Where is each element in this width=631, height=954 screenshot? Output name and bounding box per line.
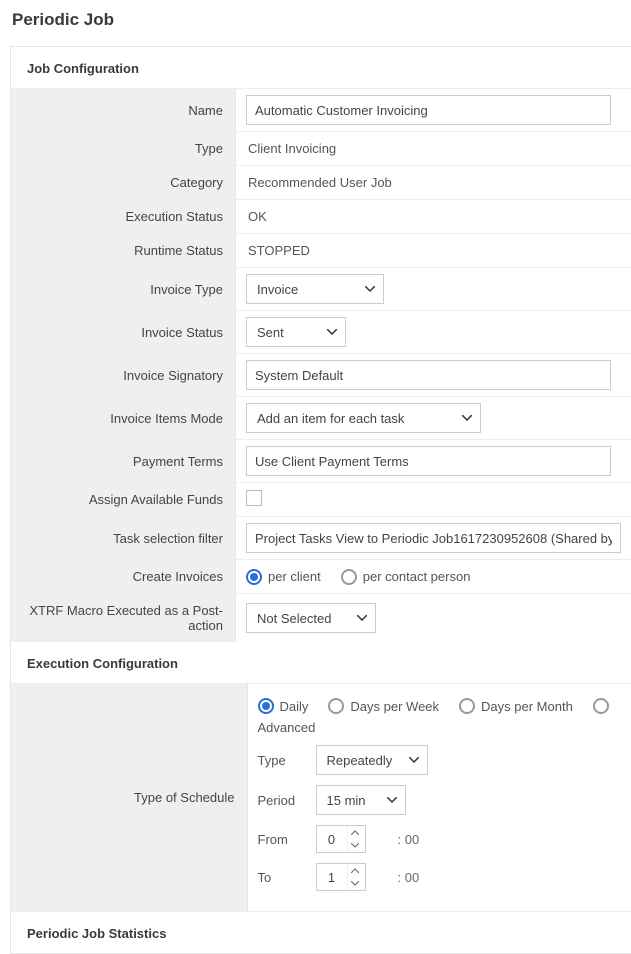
- frequency-radio-group: Daily Days per Week Days per Month Advan…: [258, 698, 622, 735]
- sched-to-label: To: [258, 870, 304, 885]
- type-value: Client Invoicing: [246, 138, 621, 159]
- schedule-block: Daily Days per Week Days per Month Advan…: [258, 690, 622, 905]
- chevron-down-icon: [357, 615, 367, 621]
- chevron-down-icon: [387, 797, 397, 803]
- to-up-button[interactable]: [348, 864, 363, 877]
- radio-days-per-month-label[interactable]: Days per Month: [481, 699, 573, 714]
- radio-per-contact-label[interactable]: per contact person: [363, 569, 471, 584]
- radio-per-contact[interactable]: [341, 569, 357, 585]
- task-filter-input[interactable]: [246, 523, 621, 553]
- chevron-down-icon: [462, 415, 472, 421]
- chevron-down-icon: [327, 329, 337, 335]
- radio-daily[interactable]: [258, 698, 274, 714]
- sched-type-value: Repeatedly: [327, 753, 393, 768]
- radio-per-client[interactable]: [246, 569, 262, 585]
- sched-from-label: From: [258, 832, 304, 847]
- section-exec-config: Execution Configuration: [11, 642, 631, 683]
- sched-period-value: 15 min: [327, 793, 366, 808]
- chevron-down-icon: [409, 757, 419, 763]
- macro-value: Not Selected: [257, 611, 331, 626]
- label-create-invoices: Create Invoices: [11, 560, 236, 594]
- to-spinner[interactable]: [316, 863, 366, 891]
- invoice-status-select[interactable]: Sent: [246, 317, 346, 347]
- sched-period-label: Period: [258, 793, 304, 808]
- radio-advanced-label[interactable]: Advanced: [258, 720, 316, 735]
- create-invoices-radio-group: per client per contact person: [246, 569, 621, 585]
- from-down-button[interactable]: [348, 839, 363, 852]
- label-macro: XTRF Macro Executed as a Post-action: [11, 594, 236, 643]
- label-invoice-type: Invoice Type: [11, 268, 236, 311]
- label-type: Type: [11, 132, 236, 166]
- invoice-type-value: Invoice: [257, 282, 298, 297]
- job-config-table: Name Type Client Invoicing Category Reco…: [11, 88, 631, 642]
- exec-status-value: OK: [246, 206, 621, 227]
- sched-type-select[interactable]: Repeatedly: [316, 745, 428, 775]
- radio-per-client-label[interactable]: per client: [268, 569, 321, 584]
- exec-config-table: Type of Schedule Daily Days per Week Day…: [11, 683, 631, 911]
- radio-days-per-week[interactable]: [328, 698, 344, 714]
- section-stats: Periodic Job Statistics: [11, 911, 631, 953]
- from-spinner[interactable]: [316, 825, 366, 853]
- invoice-signatory-input[interactable]: [246, 360, 611, 390]
- invoice-items-mode-select[interactable]: Add an item for each task: [246, 403, 481, 433]
- name-input[interactable]: [246, 95, 611, 125]
- category-value: Recommended User Job: [246, 172, 621, 193]
- radio-daily-label[interactable]: Daily: [280, 699, 309, 714]
- payment-terms-input[interactable]: [246, 446, 611, 476]
- macro-select[interactable]: Not Selected: [246, 603, 376, 633]
- label-exec-status: Execution Status: [11, 200, 236, 234]
- radio-advanced[interactable]: [593, 698, 609, 714]
- label-invoice-items-mode: Invoice Items Mode: [11, 397, 236, 440]
- assign-funds-checkbox[interactable]: [246, 490, 262, 506]
- label-name: Name: [11, 89, 236, 132]
- invoice-type-select[interactable]: Invoice: [246, 274, 384, 304]
- label-invoice-status: Invoice Status: [11, 311, 236, 354]
- sched-type-label: Type: [258, 753, 304, 768]
- section-job-config: Job Configuration: [11, 47, 631, 88]
- to-down-button[interactable]: [348, 877, 363, 890]
- runtime-status-value: STOPPED: [246, 240, 621, 261]
- sched-period-select[interactable]: 15 min: [316, 785, 406, 815]
- to-input[interactable]: [317, 864, 347, 890]
- chevron-down-icon: [365, 286, 375, 292]
- label-assign-funds: Assign Available Funds: [11, 483, 236, 517]
- invoice-items-mode-value: Add an item for each task: [257, 411, 404, 426]
- from-minutes: : 00: [398, 832, 420, 847]
- label-schedule-type: Type of Schedule: [11, 684, 247, 912]
- from-up-button[interactable]: [348, 826, 363, 839]
- label-task-filter: Task selection filter: [11, 517, 236, 560]
- job-panel: Job Configuration Name Type Client Invoi…: [10, 46, 631, 954]
- radio-days-per-week-label[interactable]: Days per Week: [350, 699, 439, 714]
- radio-days-per-month[interactable]: [459, 698, 475, 714]
- label-invoice-signatory: Invoice Signatory: [11, 354, 236, 397]
- from-input[interactable]: [317, 826, 347, 852]
- label-runtime-status: Runtime Status: [11, 234, 236, 268]
- page-title: Periodic Job: [10, 10, 631, 30]
- invoice-status-value: Sent: [257, 325, 284, 340]
- to-minutes: : 00: [398, 870, 420, 885]
- label-category: Category: [11, 166, 236, 200]
- label-payment-terms: Payment Terms: [11, 440, 236, 483]
